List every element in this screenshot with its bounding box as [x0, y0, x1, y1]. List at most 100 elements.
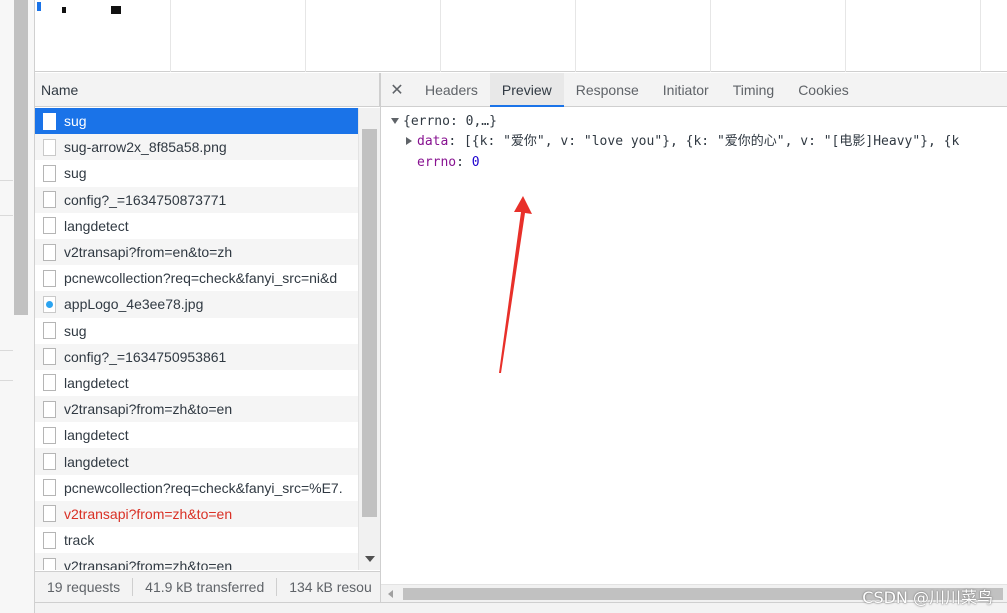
request-name: v2transapi?from=zh&to=en [64, 558, 233, 570]
page-divider [0, 180, 13, 181]
transferred-size: 41.9 kB transferred [133, 578, 278, 596]
request-list-scrollbar-thumb[interactable] [362, 129, 377, 517]
timeline-bar [111, 6, 121, 14]
image-icon [43, 295, 56, 313]
request-name: appLogo_4e3ee78.jpg [64, 296, 204, 313]
timeline-bar [62, 7, 66, 13]
request-name: pcnewcollection?req=check&fanyi_src=%E7. [64, 479, 343, 496]
request-name: sug [64, 165, 87, 182]
request-row[interactable]: pcnewcollection?req=check&fanyi_src=ni&d [35, 265, 358, 291]
json-data-node[interactable]: data: [{k: "爱你", v: "love you"}, {k: "爱你… [406, 132, 959, 152]
request-row[interactable]: langdetect [35, 213, 358, 239]
file-icon [43, 400, 56, 418]
request-list[interactable]: sug sug-arrow2x_8f85a58.png sug config?_=16… [35, 108, 358, 570]
request-row[interactable]: v2transapi?from=en&to=zh [35, 238, 358, 266]
preview-pane: {errno: 0,…} data: [{k: "爱你", v: "love y… [381, 108, 1007, 584]
request-name: langdetect [64, 453, 129, 470]
file-icon [43, 269, 56, 287]
request-name: langdetect [64, 374, 129, 391]
file-icon [43, 426, 56, 444]
request-row[interactable]: langdetect [35, 370, 358, 396]
request-name: pcnewcollection?req=check&fanyi_src=ni&d [64, 270, 338, 287]
page-scrollbar-thumb[interactable] [14, 0, 28, 315]
file-icon [43, 374, 56, 392]
file-icon [43, 191, 56, 209]
file-icon [43, 112, 56, 130]
request-row[interactable]: v2transapi?from=zh&to=en [35, 500, 358, 527]
request-row[interactable]: sug [35, 160, 358, 186]
request-name: v2transapi?from=zh&to=en [64, 401, 233, 418]
json-data-value: [{k: "爱你", v: "love you"}, {k: "爱你的心", v… [463, 134, 960, 149]
request-name: config?_=1634750873771 [64, 191, 227, 208]
request-name: langdetect [64, 427, 129, 444]
request-name: sug [64, 322, 87, 339]
request-name: config?_=1634750953861 [64, 348, 227, 365]
request-row[interactable]: config?_=1634750953861 [35, 343, 358, 370]
file-icon [43, 479, 56, 497]
image-icon [43, 138, 56, 156]
request-name: langdetect [64, 217, 129, 234]
request-row[interactable]: track [35, 527, 358, 553]
tab-timing[interactable]: Timing [721, 73, 787, 106]
request-name: track [64, 532, 95, 549]
file-icon [43, 322, 56, 340]
request-row[interactable]: langdetect [35, 448, 358, 475]
timeline-gridline [575, 0, 576, 72]
tab-initiator[interactable]: Initiator [651, 73, 721, 106]
close-icon[interactable]: ✕ [381, 73, 413, 106]
detail-tab-bar: ✕ Headers Preview Response Initiator Tim… [381, 73, 1007, 107]
timeline-gridline [170, 0, 171, 72]
file-icon [43, 243, 56, 261]
tab-headers[interactable]: Headers [413, 73, 490, 106]
name-column-header[interactable]: Name [35, 73, 380, 107]
expand-down-icon[interactable] [391, 118, 399, 124]
request-row[interactable]: appLogo_4e3ee78.jpg [35, 291, 358, 318]
timeline-gridline [440, 0, 441, 72]
request-list-scrollbar[interactable] [358, 108, 380, 570]
scroll-left-arrow-icon[interactable] [388, 590, 393, 598]
request-row[interactable]: sug [35, 318, 358, 344]
request-row[interactable]: v2transapi?from=zh&to=en [35, 396, 358, 423]
timeline-gridline [980, 0, 981, 72]
file-icon [43, 348, 56, 366]
json-errno-node: errno: 0 [417, 155, 480, 170]
file-icon [43, 217, 56, 235]
page-divider [0, 380, 13, 381]
name-column-label: Name [41, 82, 79, 98]
network-overview-timeline[interactable] [35, 0, 1007, 72]
file-icon [43, 453, 56, 471]
request-name: sug [64, 113, 87, 130]
timeline-gridline [710, 0, 711, 72]
annotation-arrow-icon [499, 196, 532, 373]
request-row[interactable]: sug-arrow2x_8f85a58.png [35, 134, 358, 161]
request-row[interactable]: v2transapi?from=zh&to=en [35, 553, 358, 570]
scroll-down-arrow-icon[interactable] [365, 556, 375, 562]
page-left-strip [0, 0, 35, 613]
expand-right-icon[interactable] [406, 137, 412, 145]
tab-cookies[interactable]: Cookies [786, 73, 861, 106]
request-row[interactable]: config?_=1634750873771 [35, 186, 358, 213]
network-status-bar: 19 requests 41.9 kB transferred 134 kB r… [35, 571, 380, 602]
timeline-gridline [845, 0, 846, 72]
request-row[interactable]: langdetect [35, 422, 358, 448]
json-root-summary: {errno: 0,…} [403, 114, 497, 129]
timeline-bar [37, 2, 41, 11]
json-errno-value: 0 [471, 155, 480, 170]
request-row[interactable]: pcnewcollection?req=check&fanyi_src=%E7. [35, 475, 358, 501]
tab-response[interactable]: Response [564, 73, 651, 106]
json-root-node[interactable]: {errno: 0,…} [391, 112, 497, 132]
page-divider [0, 215, 13, 216]
file-icon [43, 557, 56, 570]
tab-preview[interactable]: Preview [489, 73, 564, 107]
request-name: v2transapi?from=en&to=zh [64, 244, 233, 261]
page-divider [0, 350, 13, 351]
timeline-gridline [305, 0, 306, 72]
request-name: sug-arrow2x_8f85a58.png [64, 139, 227, 156]
request-count: 19 requests [35, 578, 134, 596]
file-icon [43, 505, 56, 523]
request-name: v2transapi?from=zh&to=en [64, 505, 233, 522]
request-row[interactable]: sug [35, 108, 358, 135]
resources-size: 134 kB resou [289, 579, 372, 595]
file-icon [43, 164, 56, 182]
json-errno-key: errno [417, 155, 457, 170]
